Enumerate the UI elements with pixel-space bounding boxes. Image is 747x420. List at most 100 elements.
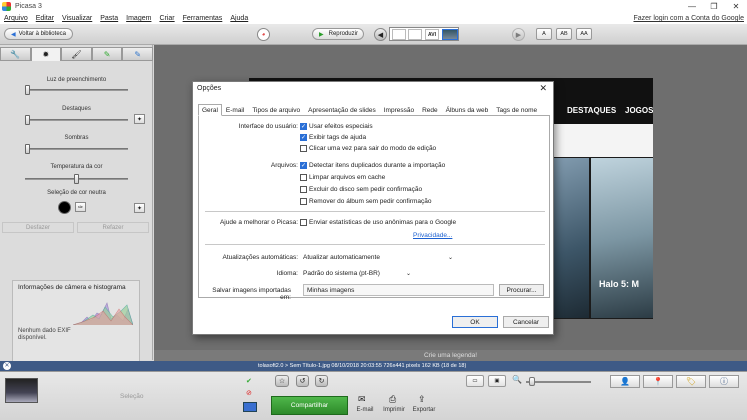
view-mode-button-1[interactable]: ▭ [466,375,484,387]
title-bar: Picasa 3 — ❐ ✕ [0,0,747,13]
menu-criar[interactable]: Criar [159,15,174,22]
tab-impressao[interactable]: Impressão [380,104,418,116]
basic-fixes-tab[interactable]: 🔧 [0,47,31,61]
hold-icon[interactable]: ✔ [246,377,252,385]
save-imported-path-field[interactable]: Minhas imagens [303,284,494,296]
option-remove-album-no-confirm[interactable]: Remover do álbum sem pedir confirmação [300,198,431,205]
auto-update-dropdown[interactable]: Atualizar automaticamente ⌄ [299,252,457,263]
checkbox-unchecked-icon[interactable] [300,186,307,193]
places-button[interactable]: 📍 [643,375,673,388]
text-size-large-button[interactable]: AA [576,28,592,40]
shadows-slider[interactable] [25,144,128,154]
checkbox-checked-icon[interactable]: ✓ [300,134,307,141]
google-login-link[interactable]: Fazer login com a Conta do Google [633,15,744,22]
tab-rede[interactable]: Rede [418,104,442,116]
tuning-tab[interactable]: ✹ [30,47,62,61]
checkbox-unchecked-icon[interactable] [300,145,307,152]
option-clear-cache[interactable]: Limpar arquivos em cache [300,174,385,181]
info-button[interactable]: ⓘ [709,375,739,388]
star-button[interactable]: ☆ [275,375,289,387]
thumbnail-1[interactable] [392,29,406,40]
thumbnail-current[interactable] [442,29,458,40]
export-button[interactable]: Exportar [409,407,439,413]
redo-button[interactable]: Refazer [77,222,149,233]
option-special-effects[interactable]: ✓ Usar efeitos especiais [300,123,373,130]
histogram-graph [73,302,133,325]
language-dropdown[interactable]: Padrão do sistema (pt-BR) ⌄ [299,268,415,279]
close-window-button[interactable]: ✕ [725,2,747,11]
browse-button[interactable]: Procurar... [499,284,544,296]
thumbnail-2[interactable] [408,29,422,40]
menu-visualizar[interactable]: Visualizar [62,15,92,22]
print-button[interactable]: Imprimir [379,407,409,413]
fill-light-knob[interactable] [25,85,30,95]
caption-input[interactable]: Crie uma legenda! [154,350,747,361]
effects-tab-3[interactable]: ✎ [122,47,153,61]
tab-apresentacao[interactable]: Apresentação de slides [304,104,380,116]
tab-albuns-da-web[interactable]: Álbuns da web [442,104,493,116]
email-icon[interactable]: ✉ [358,394,366,405]
eyedropper-button[interactable]: ✑ [75,202,86,212]
tray-thumbnail[interactable] [5,378,38,403]
print-icon[interactable]: ⎙ [389,394,396,405]
rotate-left-button[interactable]: ↺ [296,375,309,387]
menu-ajuda[interactable]: Ajuda [230,15,248,22]
play-slideshow-button[interactable]: ▶ Reproduzir [312,28,364,40]
view-mode-button-2[interactable]: ▣ [488,375,506,387]
people-button[interactable]: 👤 [610,375,640,388]
menu-ferramentas[interactable]: Ferramentas [183,15,223,22]
text-size-small-button[interactable]: A [536,28,552,40]
auto-color-button[interactable]: ✦ [134,203,145,213]
option-single-click-exit[interactable]: Clicar uma vez para sair do modo de ediç… [300,145,436,152]
auto-highlights-button[interactable]: ✦ [134,114,145,124]
zoom-slider-knob[interactable] [529,377,535,386]
clear-icon[interactable]: ⊘ [246,389,252,397]
privacy-link[interactable]: Privacidade... [413,232,452,239]
minimize-button[interactable]: — [681,2,703,11]
effects-tab-2[interactable]: ✎ [91,47,123,61]
tab-email[interactable]: E-mail [222,104,248,116]
undo-button[interactable]: Desfazer [2,222,74,233]
checkbox-checked-icon[interactable]: ✓ [300,162,307,169]
menu-pasta[interactable]: Pasta [100,15,118,22]
option-delete-no-confirm[interactable]: Excluir do disco sem pedir confirmação [300,186,422,193]
album-icon[interactable] [243,402,257,412]
option-detect-duplicates[interactable]: ✓ Detectar itens duplicados durante a im… [300,162,445,169]
tab-tags-de-nome[interactable]: Tags de nome [492,104,541,116]
share-button[interactable]: Compartilhar [271,396,348,415]
menu-arquivo[interactable]: Arquivo [4,15,28,22]
text-size-medium-button[interactable]: AB [556,28,572,40]
tab-tipos-de-arquivo[interactable]: Tipos de arquivo [248,104,304,116]
email-button[interactable]: E-mail [350,407,380,413]
thumbnail-avi[interactable]: AVI [425,29,439,40]
dialog-close-button[interactable]: ✕ [539,83,547,94]
collapse-icon[interactable]: ✕ [3,362,11,370]
ok-button[interactable]: OK [452,316,498,328]
back-to-library-button[interactable]: ◀ Voltar à biblioteca [4,28,73,40]
checkbox-unchecked-icon[interactable] [300,174,307,181]
highlights-slider[interactable] [25,115,128,125]
checkbox-unchecked-icon[interactable] [300,198,307,205]
tags-button[interactable]: 🏷 [676,375,706,388]
previous-image-button[interactable]: ◀ [374,28,387,41]
fill-light-slider[interactable] [25,85,128,95]
color-temperature-knob[interactable] [74,174,79,184]
effects-tab[interactable]: 🖌 [61,47,92,61]
tab-geral[interactable]: Geral [198,104,222,116]
option-help-tags[interactable]: ✓ Exibir tags de ajuda [300,134,366,141]
rotate-right-button[interactable]: ↻ [315,375,328,387]
next-image-button[interactable]: ▶ [512,28,525,41]
cancel-button[interactable]: Cancelar [503,316,549,328]
maximize-button[interactable]: ❐ [703,2,725,11]
menu-imagem[interactable]: Imagem [126,15,151,22]
option-send-stats[interactable]: Enviar estatísticas de uso anônimas para… [300,219,456,226]
export-icon[interactable]: ⇪ [418,394,426,405]
checkbox-checked-icon[interactable]: ✓ [300,123,307,130]
highlights-knob[interactable] [25,115,30,125]
color-effects-icon[interactable]: ◕ [257,28,270,41]
color-temperature-slider[interactable] [25,174,128,184]
shadows-knob[interactable] [25,144,30,154]
zoom-slider[interactable] [526,377,591,386]
menu-editar[interactable]: Editar [36,15,54,22]
checkbox-unchecked-icon[interactable] [300,219,307,226]
